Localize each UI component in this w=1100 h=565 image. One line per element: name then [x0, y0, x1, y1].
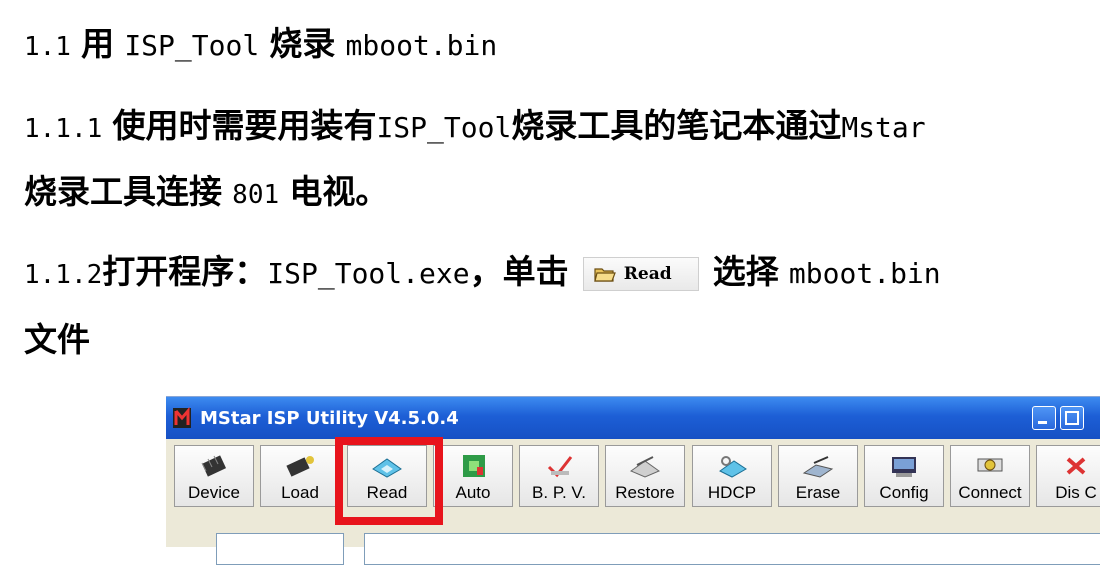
restore-icon — [629, 456, 661, 478]
toolbar-label: Config — [879, 483, 929, 502]
open-folder-icon — [593, 268, 616, 282]
step-text: 电视。 — [289, 172, 389, 211]
brand-name: Mstar — [841, 111, 926, 144]
toolbar-label: B. P. V. — [532, 483, 586, 502]
section-number: 1.1 — [24, 32, 71, 62]
step-text: 选择 — [712, 252, 779, 291]
toolbar-label: Connect — [958, 483, 1022, 502]
check-icon — [547, 456, 573, 478]
chip-load-icon — [286, 456, 314, 477]
disconnect-icon — [1066, 457, 1086, 475]
model-number: 801 — [232, 180, 280, 210]
connect-icon — [977, 458, 1003, 472]
toolbar-label: Erase — [795, 483, 841, 502]
window-title: MStar ISP Utility V4.5.0.4 — [200, 407, 459, 429]
step-text: ，单击 — [469, 252, 569, 291]
step-number: 1.1.1 — [24, 114, 103, 144]
step-1-1-2: 1.1.2打开程序：ISP_Tool.exe，单击 Read 选择 mboot.… — [24, 252, 941, 295]
file-name: mboot.bin — [345, 29, 498, 62]
toolbar-label: Auto — [455, 483, 491, 502]
step-text: 文件 — [24, 320, 90, 359]
window-body — [166, 515, 1100, 565]
toolbar-label: Restore — [615, 483, 675, 502]
restore-button[interactable]: Restore — [605, 445, 685, 507]
read-button-highlight — [335, 437, 443, 525]
toolbar: Device Load Read Auto B. P. V. Restore H… — [166, 443, 1100, 509]
step-text: 烧录工具连接 — [24, 172, 222, 211]
chip-icon — [201, 455, 227, 477]
toolbar-label: Device — [188, 483, 240, 502]
erase-icon — [802, 456, 834, 478]
step-text: 使用时需要用装有 — [112, 106, 377, 145]
toolbar-label: Load — [281, 483, 319, 502]
connect-button[interactable]: Connect — [950, 445, 1030, 507]
step-1-1-1: 1.1.1 使用时需要用装有ISP_Tool烧录工具的笔记本通过Mstar — [24, 106, 926, 149]
tool-name: ISP_Tool — [124, 29, 260, 62]
erase-button[interactable]: Erase — [778, 445, 858, 507]
app-icon — [173, 407, 191, 428]
bpv-button[interactable]: B. P. V. — [519, 445, 599, 507]
step-1-1-1-cont: 烧录工具连接 801 电视。 — [24, 172, 388, 215]
step-text: 烧录工具的笔记本通过 — [511, 106, 842, 145]
auto-icon — [463, 455, 485, 477]
file-name: mboot.bin — [788, 257, 941, 290]
heading-word: 用 — [81, 24, 115, 63]
disconnect-button[interactable]: Dis C — [1036, 445, 1100, 507]
path-field[interactable] — [364, 533, 1100, 565]
load-button[interactable]: Load — [260, 445, 340, 507]
isp-utility-window: MStar ISP Utility V4.5.0.4 Device Load R… — [166, 396, 1100, 565]
heading-word-2: 烧录 — [269, 24, 336, 63]
device-button[interactable]: Device — [174, 445, 254, 507]
tool-name: ISP_Tool — [376, 111, 512, 144]
maximize-button[interactable] — [1060, 406, 1084, 430]
read-label: Read — [623, 264, 672, 284]
step-text: 打开程序： — [102, 252, 268, 291]
step-1-1-2-cont: 文件 — [24, 320, 90, 360]
device-field[interactable] — [216, 533, 344, 565]
toolbar-label: Dis C — [1055, 483, 1097, 502]
config-icon — [892, 457, 916, 477]
heading-1-1: 1.1 用 ISP_Tool 烧录 mboot.bin — [24, 24, 497, 67]
minimize-button[interactable] — [1032, 406, 1056, 430]
auto-button[interactable]: Auto — [433, 445, 513, 507]
hdcp-button[interactable]: HDCP — [692, 445, 772, 507]
hdcp-key-icon — [719, 456, 747, 478]
step-number: 1.1.2 — [24, 260, 103, 290]
config-button[interactable]: Config — [864, 445, 944, 507]
window-titlebar: MStar ISP Utility V4.5.0.4 — [166, 397, 1100, 439]
read-button-image: Read — [582, 257, 699, 291]
exe-name: ISP_Tool.exe — [267, 257, 470, 290]
toolbar-label: HDCP — [707, 483, 757, 502]
